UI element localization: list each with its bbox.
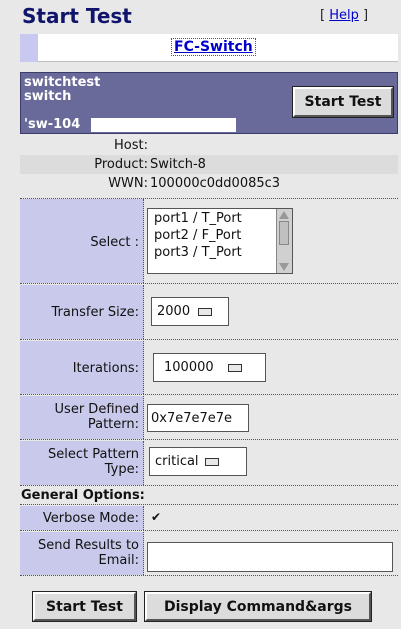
port-option-2[interactable]: port2 / F_Port <box>154 228 241 243</box>
switch-name-line3: 'sw-104 <box>24 117 81 132</box>
pattern-label-cell: User Defined Pattern: <box>20 396 144 439</box>
verbose-label-cell: Verbose Mode: <box>20 506 144 530</box>
info-wwn: WWN: 100000c0dd0085c3 <box>20 174 398 193</box>
email-row: Send Results to Email: <box>20 532 398 576</box>
transfer-size-row: Transfer Size: 2000 <box>20 285 398 340</box>
general-options-title: General Options: <box>21 488 145 503</box>
switch-name-line2: switch <box>24 89 72 104</box>
help-link[interactable]: Help <box>329 8 359 23</box>
select-label: Select : <box>90 235 139 250</box>
general-options-heading: General Options: <box>20 487 398 505</box>
verbose-label: Verbose Mode: <box>42 511 139 526</box>
pattern-label: Pattern: <box>87 417 139 432</box>
user-pattern-input[interactable]: 0x7e7e7e7e <box>147 404 249 432</box>
type-label: Type: <box>104 462 139 477</box>
scroll-thumb[interactable] <box>279 221 289 245</box>
start-test-button[interactable]: Start Test <box>32 591 137 622</box>
iterations-value: 100000 <box>164 360 214 375</box>
switch-id-highlight <box>91 118 236 132</box>
email-input[interactable] <box>147 542 393 572</box>
pattern-type-row: Select Pattern Type: critical <box>20 441 398 486</box>
iterations-menu[interactable]: 100000 <box>153 353 266 382</box>
host-label: Host: <box>114 138 148 153</box>
info-host: Host: <box>20 136 398 155</box>
transfer-size-menu[interactable]: 2000 <box>151 297 229 326</box>
tab-marker <box>20 34 38 62</box>
transfer-size-label: Transfer Size: <box>51 305 139 320</box>
help-box: [ Help ] <box>320 8 368 23</box>
switch-banner: switchtest switch 'sw-104 Start Test <box>20 72 398 134</box>
verbose-checkbox[interactable]: ✔ <box>149 510 163 524</box>
iterations-label-cell: Iterations: <box>20 341 144 394</box>
product-value: Switch-8 <box>150 157 206 172</box>
select-ports-row: Select : port1 / T_Port port2 / F_Port p… <box>20 198 398 284</box>
wwn-label: WWN: <box>108 176 148 191</box>
email-label: Email: <box>98 553 139 568</box>
port-option-3[interactable]: port3 / T_Port <box>154 245 242 260</box>
start-test-button-top[interactable]: Start Test <box>292 86 394 118</box>
port-select-listbox[interactable]: port1 / T_Port port2 / F_Port port3 / T_… <box>147 208 293 274</box>
product-label: Product: <box>94 157 148 172</box>
pattern-type-menu[interactable]: critical <box>149 447 247 476</box>
iterations-row: Iterations: 100000 <box>20 341 398 395</box>
ptype-label-cell: Select Pattern Type: <box>20 441 144 485</box>
verbose-row: Verbose Mode: ✔ <box>20 506 398 531</box>
tab-fc-switch[interactable]: FC-Switch <box>171 38 256 56</box>
header: Start Test [ Help ] <box>0 0 401 32</box>
transfer-size-value: 2000 <box>157 304 191 319</box>
iterations-label: Iterations: <box>72 361 139 376</box>
pattern-type-value: critical <box>155 454 199 469</box>
port-option-1[interactable]: port1 / T_Port <box>154 211 242 226</box>
option-menu-icon <box>198 307 213 316</box>
listbox-scrollbar[interactable] <box>276 209 292 273</box>
info-product: Product: Switch-8 <box>20 155 398 174</box>
select-label-cell: Select : <box>20 199 144 283</box>
wwn-value: 100000c0dd0085c3 <box>150 176 281 191</box>
user-pattern-row: User Defined Pattern: 0x7e7e7e7e <box>20 396 398 440</box>
page-title: Start Test <box>22 4 132 28</box>
display-command-button[interactable]: Display Command&args <box>144 591 372 622</box>
tab-bar: FC-Switch <box>20 34 398 62</box>
switch-name-line1: switchtest <box>24 75 101 90</box>
send-results-label: Send Results to <box>38 538 139 553</box>
select-pattern-label: Select Pattern <box>47 447 139 462</box>
user-defined-label: User Defined <box>54 402 139 417</box>
scroll-down-arrow[interactable] <box>279 263 289 271</box>
help-bracket-open: [ <box>320 8 330 23</box>
option-menu-icon <box>227 363 242 372</box>
transfer-label-cell: Transfer Size: <box>20 285 144 339</box>
email-label-cell: Send Results to Email: <box>20 532 144 575</box>
scroll-up-arrow[interactable] <box>279 211 289 219</box>
help-bracket-close: ] <box>358 8 369 23</box>
option-menu-icon <box>204 457 219 466</box>
